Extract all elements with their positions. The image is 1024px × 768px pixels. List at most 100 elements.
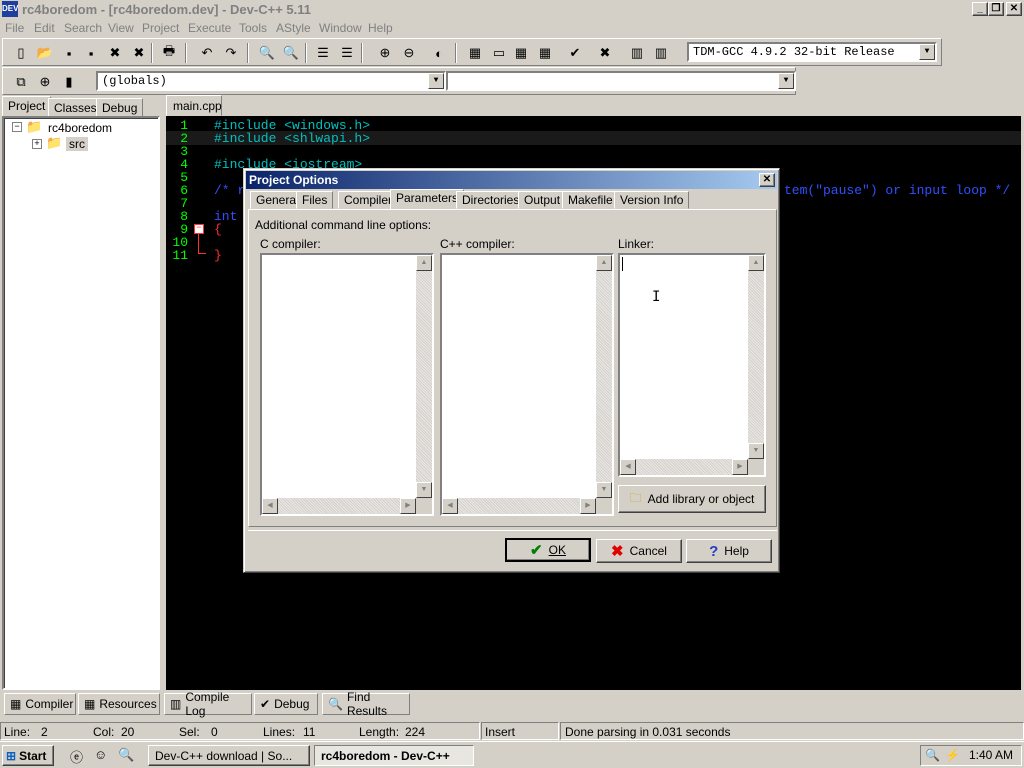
ie-icon[interactable]: ⓔ (70, 747, 83, 766)
add-to-project-icon[interactable]: ⊕ (375, 43, 395, 63)
cpp-compiler-textarea[interactable]: ▲ ▼ ◀ ▶ (440, 253, 614, 516)
syntax-check-icon[interactable]: ✔ (565, 43, 585, 63)
fold-icon[interactable]: − (194, 224, 204, 234)
tray-network-icon[interactable]: ⚡ (945, 748, 960, 762)
add-library-button[interactable]: 🗀 Add library or object (618, 485, 766, 513)
tab-compile-log[interactable]: ▥ Compile Log (164, 690, 252, 718)
compile-run-icon[interactable]: ▦ (511, 43, 531, 63)
scrollbar[interactable]: ◀ ▶ (442, 498, 596, 514)
scrollbar[interactable]: ◀ ▶ (262, 498, 416, 514)
app-quicklaunch-icon[interactable]: ☺ (94, 747, 107, 762)
start-button[interactable]: ⊞ Start (2, 745, 54, 766)
tab-parameters[interactable]: Parameters (390, 189, 465, 210)
app-icon[interactable]: DEV (2, 1, 18, 17)
print-icon[interactable]: 🖶 (159, 43, 179, 63)
chart-icon[interactable]: ▥ (627, 43, 647, 63)
menu-edit[interactable]: Edit (34, 21, 55, 35)
menu-help[interactable]: Help (368, 21, 393, 35)
undo-icon[interactable]: ↶ (197, 43, 217, 63)
chevron-down-icon[interactable]: ▼ (778, 73, 794, 89)
ok-button[interactable]: ✔ OK (505, 538, 591, 562)
scrollbar[interactable]: ◀ ▶ (620, 459, 748, 475)
goto-decl-icon[interactable]: ⊕ (35, 72, 55, 92)
scrollbar[interactable]: ▲ ▼ (416, 255, 432, 498)
dialog-close-icon[interactable]: ✕ (759, 173, 775, 187)
help-button[interactable]: ? Help (686, 539, 772, 563)
stop-icon[interactable]: ✖ (595, 43, 615, 63)
scroll-left-icon[interactable]: ◀ (442, 498, 458, 514)
menu-window[interactable]: Window (319, 21, 362, 35)
scroll-left-icon[interactable]: ◀ (262, 498, 278, 514)
menu-astyle[interactable]: AStyle (276, 21, 311, 35)
compile-icon[interactable]: ▦ (465, 43, 485, 63)
unindent-icon[interactable]: ☰ (337, 43, 357, 63)
menu-tools[interactable]: Tools (239, 21, 267, 35)
menu-execute[interactable]: Execute (188, 21, 231, 35)
compiler-select[interactable]: TDM-GCC 4.9.2 32-bit Release ▼ (687, 42, 937, 62)
menu-project[interactable]: Project (142, 21, 179, 35)
scroll-up-icon[interactable]: ▲ (596, 255, 612, 271)
close-button[interactable]: ✕ (1006, 2, 1022, 16)
tray-search-icon[interactable]: 🔍 (925, 748, 940, 762)
task-button[interactable]: Dev-C++ download | So... (148, 745, 310, 766)
tab-find-results[interactable]: 🔍 Find Results (322, 690, 410, 718)
scroll-up-icon[interactable]: ▲ (748, 255, 764, 271)
editor-tab[interactable]: main.cpp (166, 95, 222, 116)
tab-compiler-output[interactable]: ▦ Compiler (4, 693, 76, 715)
project-options-icon[interactable]: ◐ (429, 43, 449, 63)
chevron-down-icon[interactable]: ▼ (919, 44, 935, 60)
minimize-button[interactable]: _ (972, 2, 988, 16)
collapse-icon[interactable]: − (12, 122, 22, 132)
scrollbar[interactable]: ▲ ▼ (748, 255, 764, 459)
save-all-icon[interactable]: ▪ (81, 43, 101, 63)
tab-compiler[interactable]: Compiler (338, 191, 399, 209)
redo-icon[interactable]: ↷ (221, 43, 241, 63)
chevron-down-icon[interactable]: ▼ (428, 73, 444, 89)
close-all-icon[interactable]: ✖ (129, 43, 149, 63)
tab-files[interactable]: Files (296, 191, 334, 209)
new-file-icon[interactable]: ▯ (11, 43, 31, 63)
save-icon[interactable]: ▪ (59, 43, 79, 63)
task-button-active[interactable]: rc4boredom - Dev-C++ (314, 745, 474, 766)
bookmark-icon[interactable]: ▮ (59, 72, 79, 92)
scrollbar[interactable]: ▲ ▼ (596, 255, 612, 498)
rebuild-icon[interactable]: ▦ (535, 43, 555, 63)
tab-makefile[interactable]: Makefile (562, 191, 619, 209)
goto-icon[interactable]: ⧉ (11, 72, 31, 92)
tab-directories[interactable]: Directories (456, 191, 526, 209)
menu-view[interactable]: View (108, 21, 134, 35)
indent-icon[interactable]: ☰ (313, 43, 333, 63)
scroll-down-icon[interactable]: ▼ (748, 443, 764, 459)
tab-debug-output[interactable]: ✔ Debug (254, 693, 318, 715)
tab-project[interactable]: Project (2, 96, 52, 118)
menu-search[interactable]: Search (64, 21, 102, 35)
close-file-icon[interactable]: ✖ (105, 43, 125, 63)
scroll-down-icon[interactable]: ▼ (596, 482, 612, 498)
scroll-right-icon[interactable]: ▶ (732, 459, 748, 475)
restore-button[interactable]: ❐ (988, 2, 1004, 16)
profile-icon[interactable]: ▥ (651, 43, 671, 63)
scroll-up-icon[interactable]: ▲ (416, 255, 432, 271)
tree-root[interactable]: rc4boredom (48, 121, 112, 135)
search-icon[interactable]: 🔍 (118, 747, 134, 763)
scroll-down-icon[interactable]: ▼ (416, 482, 432, 498)
open-icon[interactable]: 📂 (35, 43, 55, 63)
replace-icon[interactable]: 🔍 (281, 43, 301, 63)
scroll-right-icon[interactable]: ▶ (580, 498, 596, 514)
find-icon[interactable]: 🔍 (257, 43, 277, 63)
tab-resources[interactable]: ▦ Resources (78, 693, 160, 715)
run-icon[interactable]: ▭ (489, 43, 509, 63)
tab-classes[interactable]: Classes (48, 98, 103, 118)
tree-child[interactable]: src (66, 137, 88, 151)
member-select[interactable]: ▼ (446, 71, 796, 91)
tab-debug[interactable]: Debug (96, 98, 144, 118)
c-compiler-textarea[interactable]: ▲ ▼ ◀ ▶ (260, 253, 434, 516)
remove-from-project-icon[interactable]: ⊖ (399, 43, 419, 63)
tab-output[interactable]: Output (518, 191, 567, 209)
linker-textarea[interactable]: ▲ ▼ ◀ ▶ (618, 253, 766, 477)
menu-file[interactable]: File (5, 21, 24, 35)
expand-icon[interactable]: + (32, 139, 42, 149)
cancel-button[interactable]: ✖ Cancel (596, 539, 682, 563)
scope-select[interactable]: (globals) ▼ (96, 71, 446, 91)
scroll-right-icon[interactable]: ▶ (400, 498, 416, 514)
